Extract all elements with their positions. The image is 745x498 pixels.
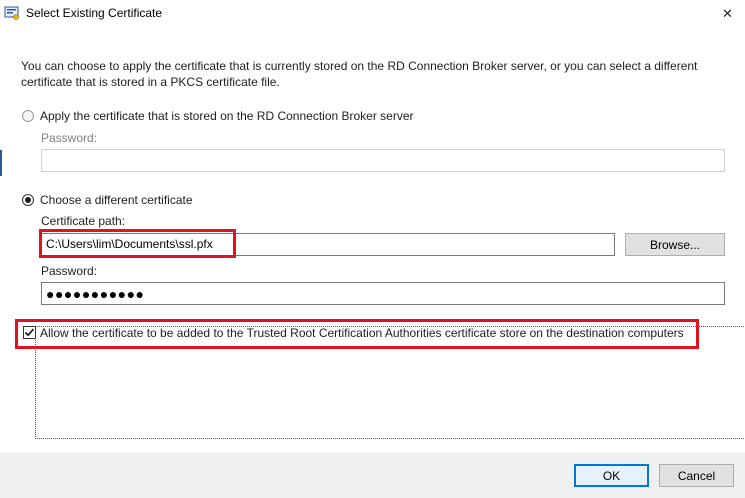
browse-button-label: Browse...	[649, 237, 700, 252]
different-certificate-label: Choose a different certificate	[40, 193, 193, 207]
cancel-button[interactable]: Cancel	[659, 464, 734, 487]
browse-button[interactable]: Browse...	[625, 233, 725, 256]
dialog-footer: OK Cancel	[0, 452, 745, 498]
title-bar: Select Existing Certificate ✕	[0, 0, 745, 30]
close-button[interactable]: ✕	[710, 0, 745, 28]
server-certificate-label: Apply the certificate that is stored on …	[40, 109, 414, 123]
path-highlight-box	[39, 229, 236, 258]
certificate-password-field[interactable]: ●●●●●●●●●●●	[41, 282, 725, 305]
close-icon: ✕	[722, 6, 733, 21]
certificate-path-label: Certificate path:	[41, 214, 126, 228]
checkbox-highlight-box	[15, 319, 699, 349]
certificate-app-icon	[4, 5, 20, 21]
window-edge-accent	[0, 150, 2, 176]
server-password-field[interactable]	[41, 149, 725, 172]
ok-button[interactable]: OK	[574, 464, 649, 487]
window-title: Select Existing Certificate	[26, 6, 163, 20]
server-password-label: Password:	[41, 131, 98, 145]
certificate-password-label: Password:	[41, 264, 98, 278]
server-certificate-radio[interactable]	[22, 110, 34, 122]
different-certificate-radio[interactable]	[22, 194, 34, 206]
cancel-button-label: Cancel	[677, 468, 716, 483]
intro-text: You can choose to apply the certificate …	[21, 59, 698, 89]
ok-button-label: OK	[602, 468, 621, 483]
